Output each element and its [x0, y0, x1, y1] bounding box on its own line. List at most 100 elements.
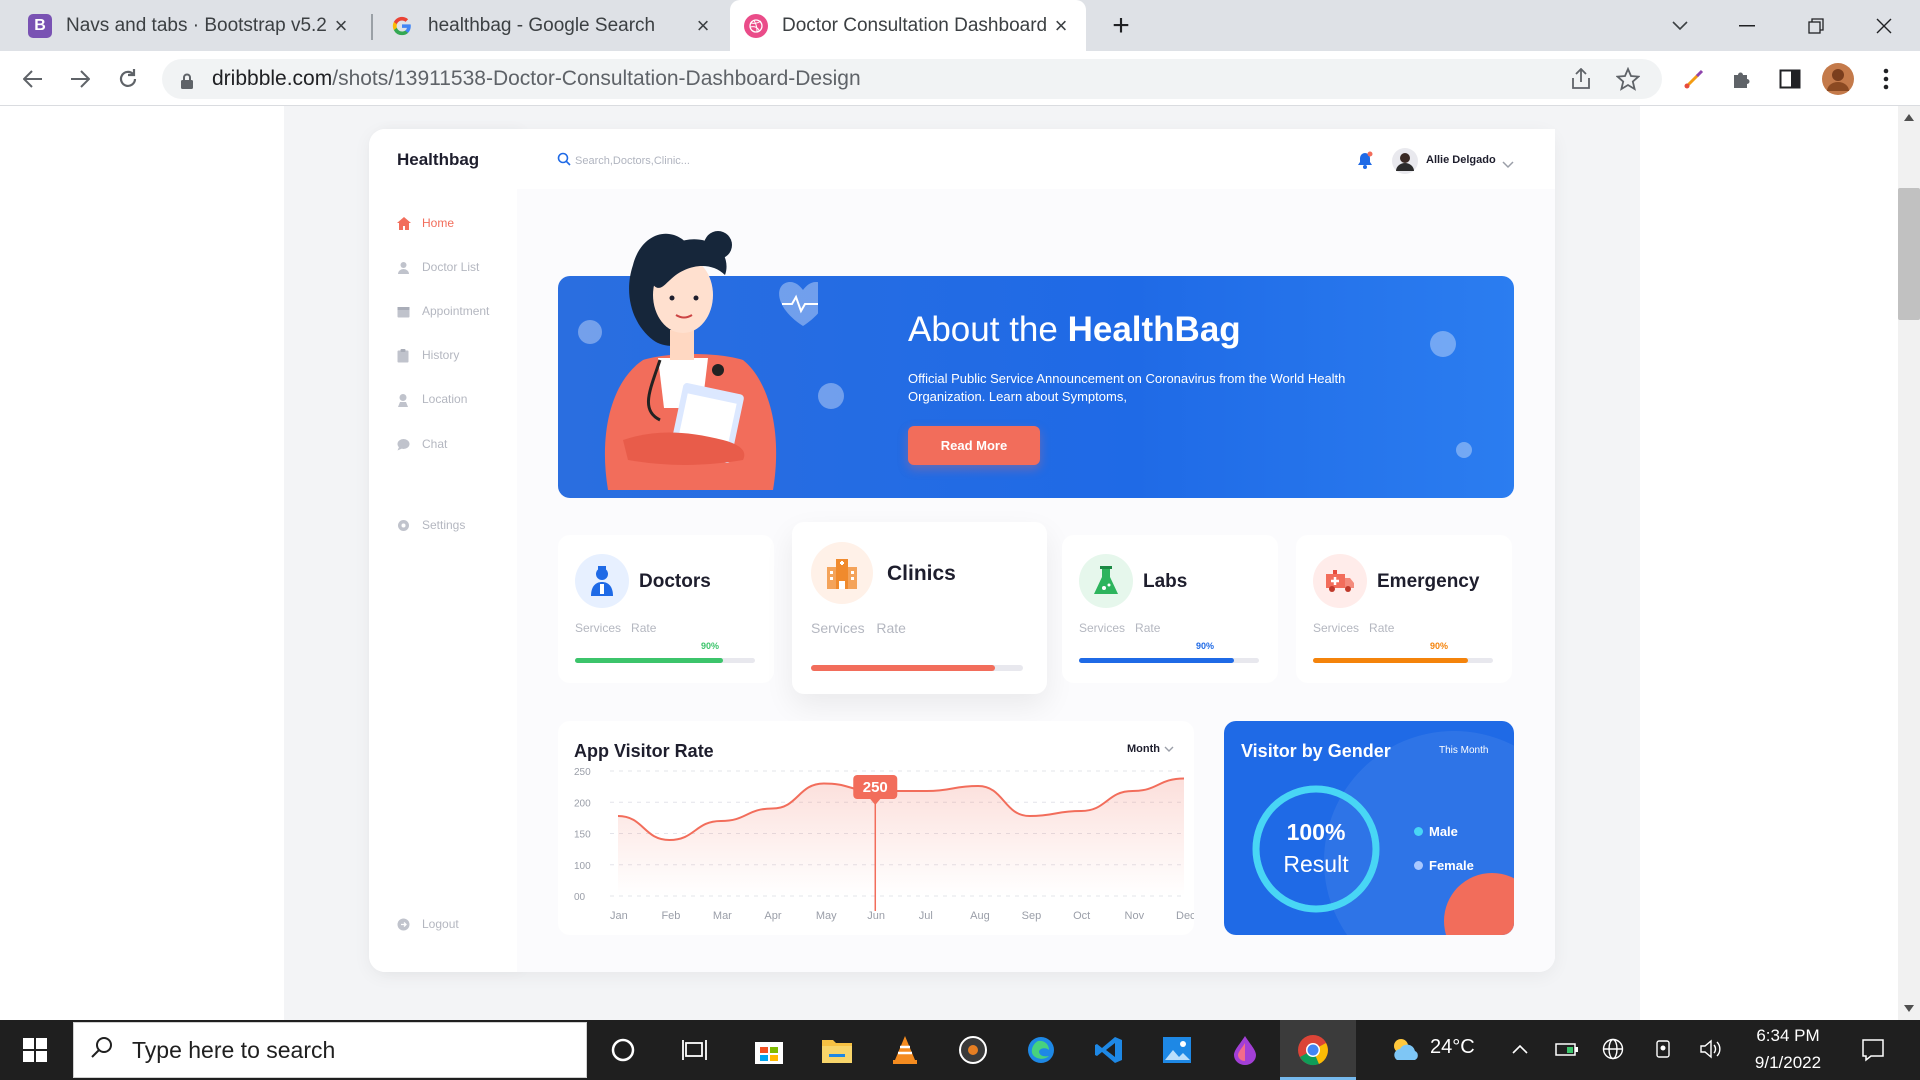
vlc-icon[interactable] [885, 1030, 925, 1070]
file-explorer-icon[interactable] [817, 1030, 857, 1070]
paint-drop-icon[interactable] [1225, 1030, 1265, 1070]
sidebar-item-location[interactable]: Location [397, 392, 467, 407]
sidebar-item-label: Logout [422, 917, 459, 931]
browser-tab-strip: B Navs and tabs · Bootstrap v5.2 × healt… [0, 0, 1920, 51]
chrome-icon[interactable] [1293, 1030, 1333, 1070]
taskbar-search-input[interactable]: Type here to search [132, 1037, 335, 1064]
gender-value: 100% [1286, 819, 1346, 845]
photos-icon[interactable] [1157, 1030, 1197, 1070]
stat-title: Labs [1143, 571, 1188, 592]
stat-card-labs[interactable]: Labs Services Rate 90% [1062, 535, 1278, 683]
ambulance-icon [1313, 554, 1367, 608]
user-avatar[interactable] [1392, 148, 1418, 179]
forward-icon[interactable] [62, 61, 98, 97]
side-panel-icon[interactable] [1774, 63, 1806, 95]
network-globe-icon[interactable] [1599, 1036, 1627, 1062]
stat-card-clinics[interactable]: Clinics Services Rate [792, 522, 1047, 694]
close-tab-icon[interactable]: × [330, 13, 352, 39]
chat-icon [397, 438, 410, 451]
x-tick-label: Nov [1125, 910, 1145, 922]
legend-label: Female [1429, 858, 1474, 873]
tab-search-icon[interactable] [1660, 8, 1700, 44]
tab-title: Doctor Consultation Dashboard [782, 14, 1048, 36]
browser-tab-bootstrap[interactable]: B Navs and tabs · Bootstrap v5.2 × [14, 0, 366, 51]
volume-icon[interactable] [1697, 1036, 1725, 1062]
heart-icon [779, 282, 818, 326]
sidebar-item-home[interactable]: Home [397, 216, 454, 230]
meet-now-icon[interactable] [1649, 1036, 1677, 1062]
read-more-button[interactable]: Read More [908, 426, 1040, 465]
location-icon [397, 393, 410, 407]
profile-avatar[interactable] [1822, 63, 1854, 95]
x-tick-label: Aug [970, 910, 990, 922]
address-bar[interactable]: dribbble.com/shots/13911538-Doctor-Consu… [162, 59, 1662, 99]
stat-subtitle: Services Rate [811, 620, 906, 636]
gender-card: Visitor by Gender This Month 100% Result… [1224, 721, 1514, 935]
restore-icon[interactable] [1796, 8, 1836, 44]
task-view-icon[interactable] [675, 1030, 715, 1070]
visitor-line-chart[interactable]: 250 200 150 100 00 Jan Feb Mar Apr May Jun Jul Aug Se… [558, 721, 1194, 935]
chrome-menu-icon[interactable] [1870, 63, 1902, 95]
search-input[interactable]: Search,Doctors,Clinic... [575, 155, 690, 167]
notifications-icon[interactable] [1857, 1034, 1889, 1066]
browser-tab-dribbble[interactable]: Doctor Consultation Dashboard × [730, 0, 1086, 51]
battery-icon[interactable] [1553, 1036, 1581, 1062]
x-tick-label: May [816, 910, 837, 922]
app-search[interactable]: Search,Doctors,Clinic... [557, 152, 690, 169]
minimize-icon[interactable] [1727, 8, 1767, 44]
x-tick-label: Dec [1176, 910, 1194, 922]
vscode-icon[interactable] [1089, 1030, 1129, 1070]
weather-icon[interactable] [1386, 1030, 1426, 1070]
app-brand[interactable]: Healthbag [397, 150, 479, 170]
legend-label: Male [1429, 824, 1458, 839]
sidebar-item-doctor-list[interactable]: Doctor List [397, 260, 479, 274]
gender-ring-chart [1252, 785, 1380, 913]
tab-title: healthbag - Google Search [428, 14, 656, 36]
stat-title: Clinics [887, 562, 956, 585]
color-picker-extension-icon[interactable] [1678, 63, 1710, 95]
close-tab-icon[interactable]: × [1050, 13, 1072, 39]
banner-title-prefix: About the [908, 310, 1068, 349]
close-window-icon[interactable] [1864, 8, 1904, 44]
user-name[interactable]: Allie Delgado [1426, 154, 1496, 166]
progress-fill [1079, 658, 1234, 663]
weather-temp[interactable]: 24°C [1430, 1036, 1475, 1059]
progress-fill [575, 658, 723, 663]
legend-female: Female [1414, 858, 1474, 873]
media-player-icon[interactable] [953, 1030, 993, 1070]
user-menu-chevron-icon[interactable] [1502, 156, 1514, 174]
microsoft-store-icon[interactable] [749, 1030, 789, 1070]
legend-male: Male [1414, 824, 1458, 839]
close-tab-icon[interactable]: × [692, 13, 714, 39]
stat-card-emergency[interactable]: Emergency Services Rate 90% [1296, 535, 1512, 683]
y-tick-label: 150 [574, 830, 591, 841]
app-sidebar [369, 129, 517, 972]
sidebar-item-chat[interactable]: Chat [397, 437, 447, 451]
reload-icon[interactable] [110, 61, 146, 97]
stat-card-doctors[interactable]: Doctors Services Rate 90% [558, 535, 774, 683]
tray-expand-icon[interactable] [1508, 1036, 1532, 1062]
sidebar-item-appointment[interactable]: Appointment [397, 304, 489, 318]
x-tick-label: Sep [1022, 910, 1042, 922]
browser-tab-google[interactable]: healthbag - Google Search × [376, 0, 728, 51]
windows-start-icon[interactable] [15, 1030, 55, 1070]
bookmark-star-icon[interactable] [1615, 66, 1641, 97]
notification-bell-icon[interactable] [1357, 151, 1373, 174]
edge-icon[interactable] [1021, 1030, 1061, 1070]
clock-date[interactable]: 9/1/2022 [1745, 1053, 1831, 1073]
visitor-chart-card: App Visitor Rate Month 250 200 150 100 00 Jan… [558, 721, 1194, 935]
share-icon[interactable] [1570, 67, 1592, 96]
new-tab-button[interactable]: + [1101, 8, 1141, 44]
taskbar-search[interactable]: Type here to search [73, 1022, 587, 1078]
sidebar-item-label: Chat [422, 437, 448, 451]
sidebar-item-settings[interactable]: Settings [397, 518, 465, 532]
scrollbar-thumb[interactable] [1898, 188, 1920, 320]
back-icon[interactable] [15, 61, 51, 97]
gender-result-label: Result [1283, 851, 1349, 877]
sidebar-item-logout[interactable]: Logout [397, 917, 459, 931]
url-host: dribbble.com [212, 67, 333, 90]
sidebar-item-history[interactable]: History [397, 348, 459, 362]
clock-time[interactable]: 6:34 PM [1745, 1026, 1831, 1046]
extensions-puzzle-icon[interactable] [1726, 63, 1758, 95]
cortana-icon[interactable] [603, 1030, 643, 1070]
